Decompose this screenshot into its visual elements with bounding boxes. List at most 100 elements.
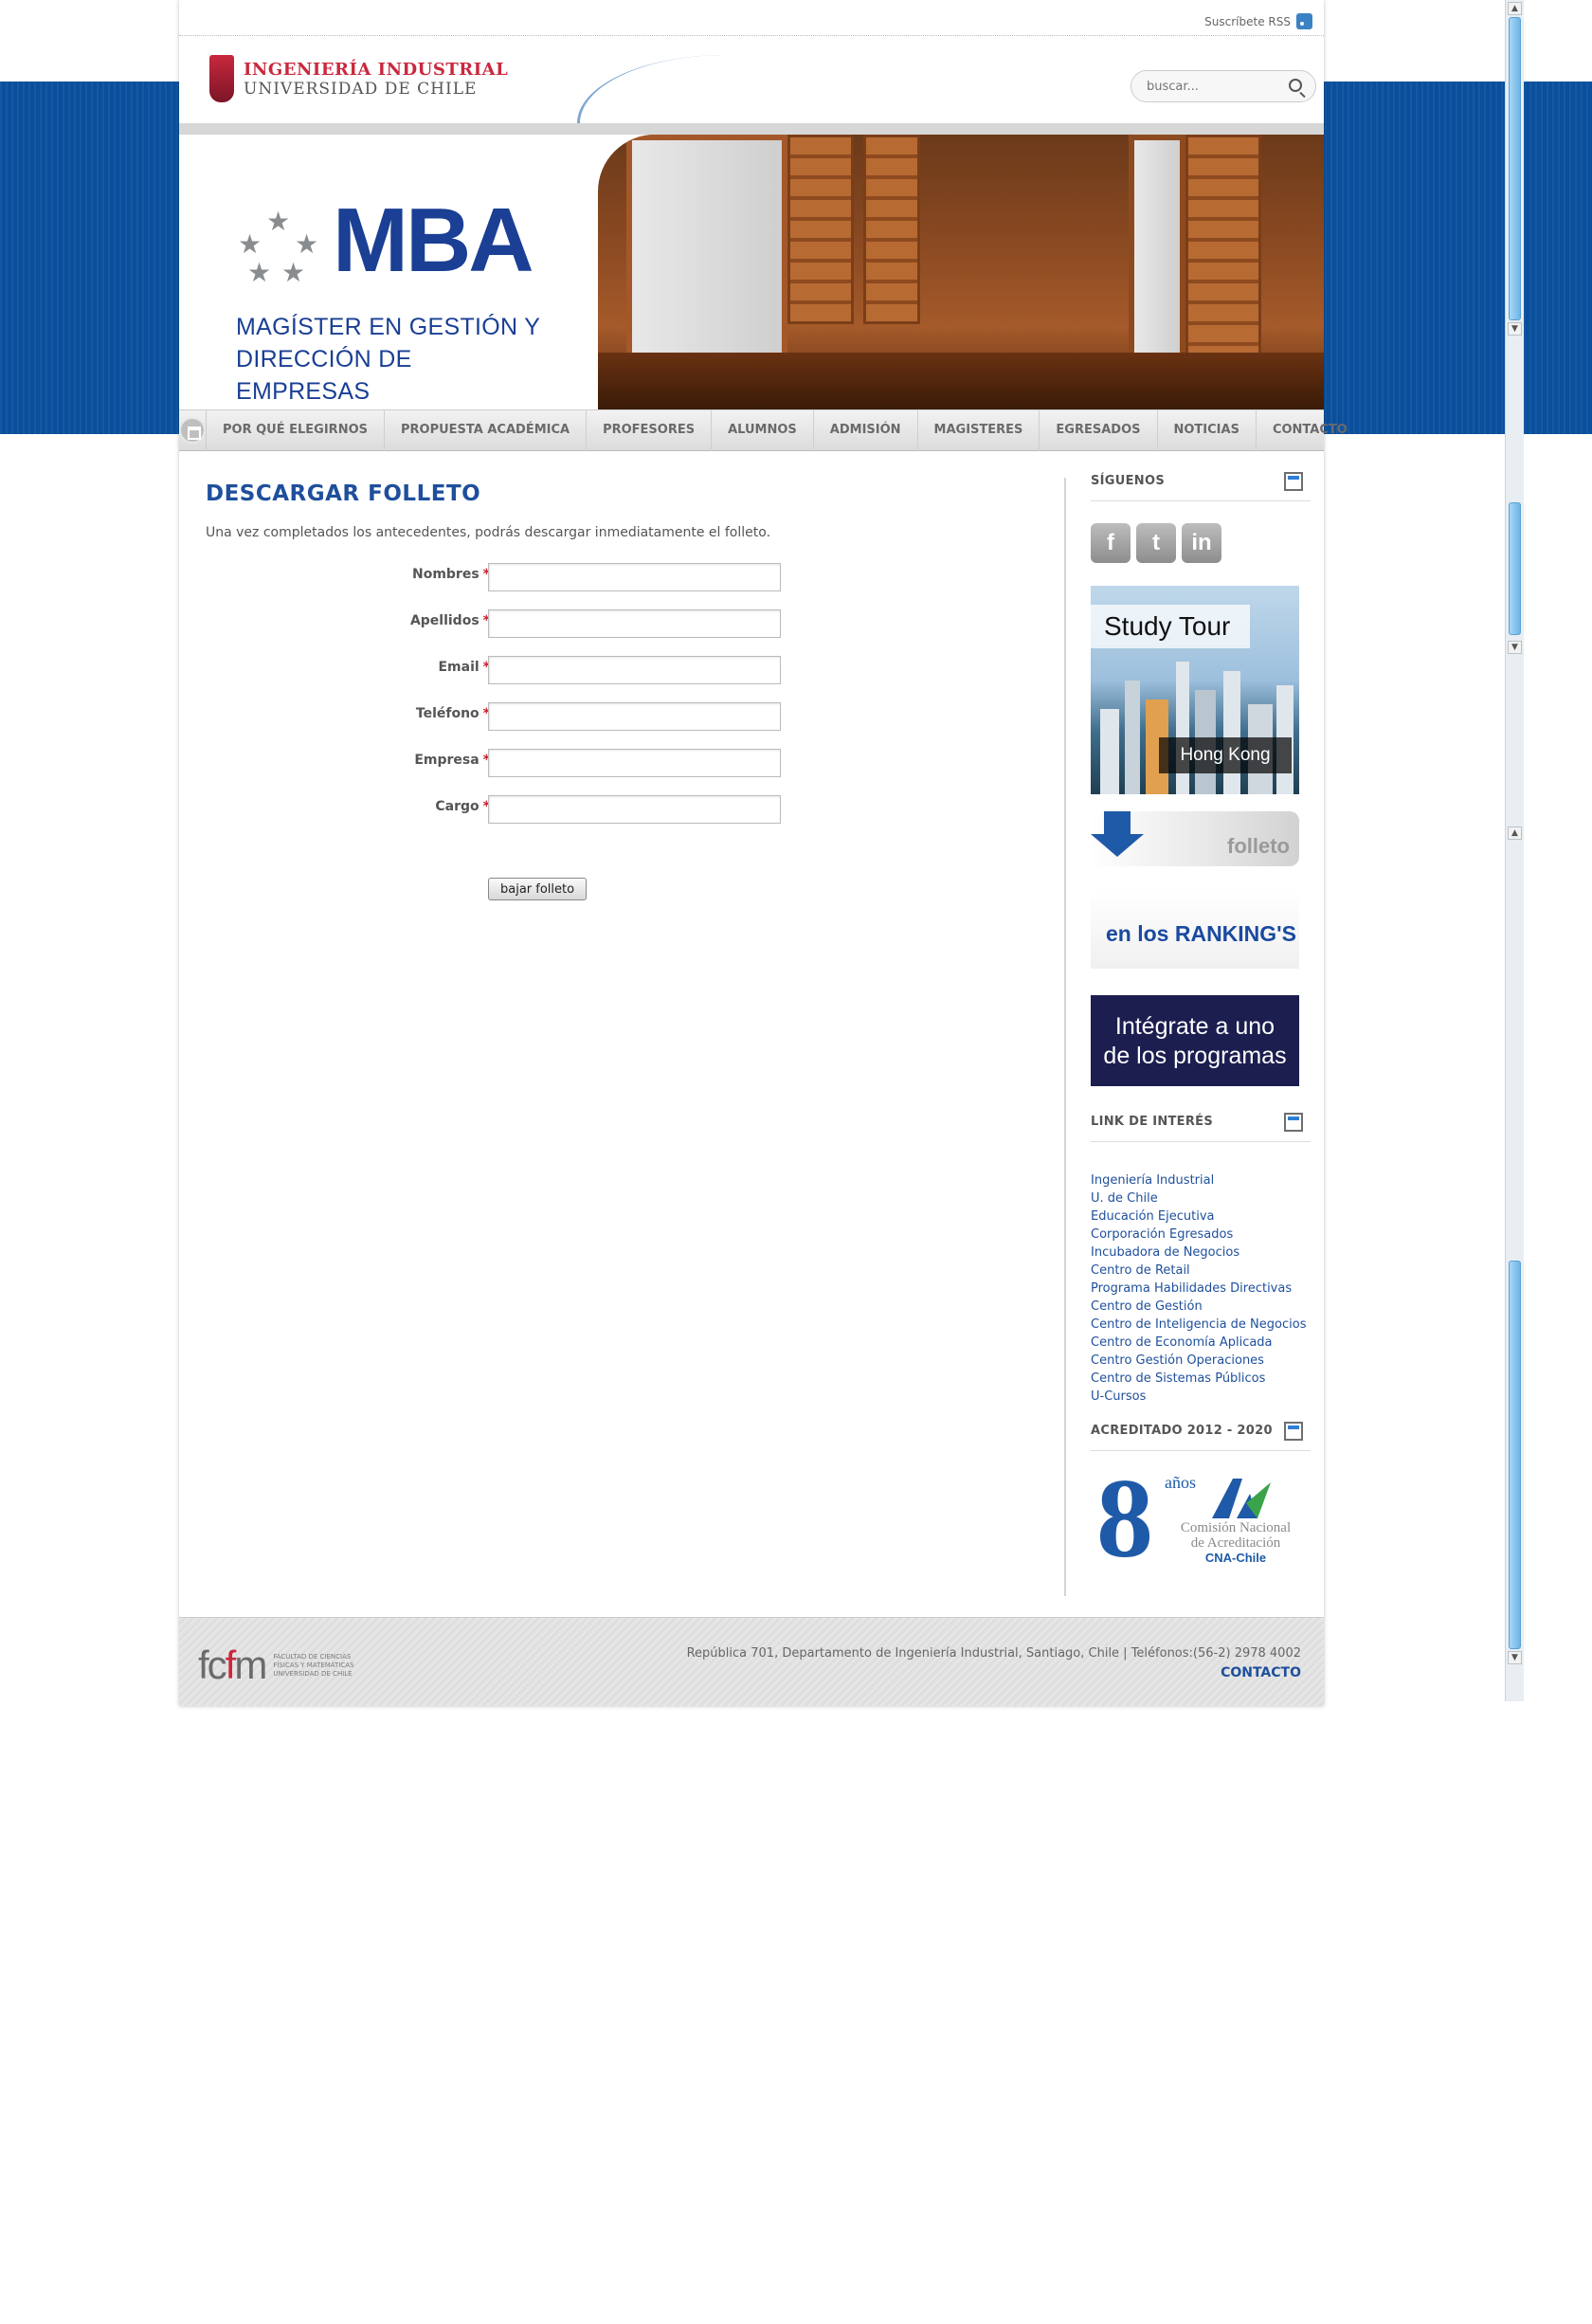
- cargo-field[interactable]: [488, 795, 781, 824]
- scroll-thumb[interactable]: [1509, 17, 1521, 320]
- field-label: Teléfono *: [415, 706, 490, 721]
- link-habilidades-directivas[interactable]: Programa Habilidades Directivas: [1091, 1280, 1311, 1298]
- nav-item-egresados[interactable]: EGRESADOS: [1040, 409, 1158, 451]
- scroll-down-icon[interactable]: ▼: [1508, 1651, 1522, 1664]
- feed-icon: [1284, 1422, 1303, 1441]
- nav-item-contacto[interactable]: CONTACTO: [1257, 409, 1364, 451]
- accreditation-org: Comisión Nacional de Acreditación: [1180, 1520, 1292, 1551]
- scroll-up-icon[interactable]: ▲: [1508, 2, 1522, 15]
- empresa-field[interactable]: [488, 749, 781, 777]
- link-u-cursos[interactable]: U-Cursos: [1091, 1388, 1311, 1406]
- scrollbar[interactable]: ▲ ▼ ▼ ▲ ▼: [1505, 0, 1524, 1701]
- field-label: Nombres *: [411, 567, 490, 582]
- university-logo[interactable]: INGENIERÍA INDUSTRIAL UNIVERSIDAD DE CHI…: [209, 55, 508, 102]
- download-brochure-button[interactable]: bajar folleto: [488, 878, 588, 900]
- accreditation-years-label: años: [1165, 1473, 1196, 1492]
- stars-icon: ★ ★ ★ ★ ★: [238, 206, 319, 288]
- accreditation-heading: ACREDITADO 2012 - 2020: [1091, 1424, 1273, 1438]
- link-u-de-chile[interactable]: U. de Chile: [1091, 1189, 1311, 1207]
- link-ingenieria-industrial[interactable]: Ingeniería Industrial: [1091, 1171, 1311, 1189]
- scroll-up-icon[interactable]: ▲: [1508, 826, 1522, 840]
- hero-photo: [598, 135, 1324, 409]
- telefono-field[interactable]: [488, 702, 781, 731]
- brochure-banner[interactable]: folleto: [1091, 811, 1299, 866]
- logo-line-1: INGENIERÍA INDUSTRIAL: [244, 59, 509, 80]
- link-centro-inteligencia-negocios[interactable]: Centro de Inteligencia de Negocios: [1091, 1316, 1311, 1334]
- feed-icon: [1284, 472, 1303, 491]
- search-icon[interactable]: [1289, 79, 1302, 92]
- scroll-thumb[interactable]: [1509, 1261, 1521, 1649]
- rankings-banner-label: en los RANKING'S: [1106, 921, 1296, 946]
- intro-text: Una vez completados los antecedentes, po…: [206, 525, 771, 540]
- accreditation-years: 8: [1096, 1455, 1153, 1581]
- nav-item-alumnos[interactable]: ALUMNOS: [712, 409, 814, 451]
- fcfm-logo[interactable]: fcfm FACULTAD DE CIENCIAS FÍSICAS Y MATE…: [198, 1643, 358, 1688]
- header-divider: [179, 123, 1324, 135]
- page-container: Suscríbete RSS INGENIERÍA INDUSTRIAL UNI…: [179, 0, 1348, 1706]
- apellidos-field[interactable]: [488, 609, 781, 638]
- link-educacion-ejecutiva[interactable]: Educación Ejecutiva: [1091, 1207, 1311, 1226]
- accreditation-short: CNA-Chile: [1204, 1551, 1267, 1565]
- nav-item-profesores[interactable]: PROFESORES: [587, 409, 713, 451]
- study-tour-banner[interactable]: Study Tour Hong Kong: [1091, 586, 1299, 794]
- brochure-banner-label: folleto: [1227, 834, 1290, 858]
- mba-wordmark: MBA: [333, 190, 534, 291]
- link-centro-gestion[interactable]: Centro de Gestión: [1091, 1298, 1311, 1316]
- field-label: Cargo *: [435, 799, 490, 814]
- facebook-icon[interactable]: f: [1091, 523, 1131, 563]
- main-area: DESCARGAR FOLLETO Una vez completados lo…: [179, 451, 1324, 1617]
- nav-item-por-que-elegirnos[interactable]: POR QUÉ ELEGIRNOS: [207, 409, 385, 451]
- fcfm-mark-left: fc: [198, 1643, 227, 1687]
- email-field[interactable]: [488, 656, 781, 684]
- nombres-field[interactable]: [488, 563, 781, 591]
- field-label: Apellidos *: [409, 613, 490, 628]
- mba-logo[interactable]: ★ ★ ★ ★ ★ MBA MAGÍSTER EN GESTIÓN Y DIRE…: [221, 188, 549, 406]
- rss-link[interactable]: Suscríbete RSS: [1204, 13, 1312, 29]
- scroll-down-icon[interactable]: ▼: [1508, 322, 1522, 336]
- footer-contact-link[interactable]: CONTACTO: [1221, 1665, 1301, 1680]
- link-centro-economia-aplicada[interactable]: Centro de Economía Aplicada: [1091, 1334, 1311, 1352]
- hero-banner: ★ ★ ★ ★ ★ MBA MAGÍSTER EN GESTIÓN Y DIRE…: [179, 135, 1324, 409]
- nav-item-admision[interactable]: ADMISIÓN: [814, 409, 918, 451]
- main-navigation: POR QUÉ ELEGIRNOS PROPUESTA ACADÉMICA PR…: [179, 409, 1348, 451]
- links-list: Ingeniería Industrial U. de Chile Educac…: [1091, 1171, 1311, 1406]
- link-incubadora-negocios[interactable]: Incubadora de Negocios: [1091, 1244, 1311, 1262]
- link-corporacion-egresados[interactable]: Corporación Egresados: [1091, 1226, 1311, 1244]
- form-row-email: Email *: [386, 650, 803, 697]
- logo-line-2: UNIVERSIDAD DE CHILE: [244, 79, 478, 99]
- rss-label: Suscríbete RSS: [1204, 14, 1291, 28]
- study-tour-city: Hong Kong: [1159, 737, 1292, 773]
- link-centro-gestion-operaciones[interactable]: Centro Gestión Operaciones: [1091, 1352, 1311, 1370]
- nav-item-magisteres[interactable]: MAGISTERES: [918, 409, 1040, 451]
- link-centro-retail[interactable]: Centro de Retail: [1091, 1262, 1311, 1280]
- mba-subtitle: MAGÍSTER EN GESTIÓN Y DIRECCIÓN DE EMPRE…: [236, 311, 549, 408]
- scroll-thumb[interactable]: [1509, 502, 1521, 635]
- search-input[interactable]: [1147, 77, 1279, 96]
- nav-item-noticias[interactable]: NOTICIAS: [1158, 409, 1257, 451]
- integrate-banner[interactable]: Intégrate a uno de los programas: [1091, 995, 1299, 1086]
- nav-item-propuesta-academica[interactable]: PROPUESTA ACADÉMICA: [385, 409, 588, 451]
- accreditation-badge[interactable]: 8 años Comisión Nacional de Acreditación…: [1091, 1462, 1299, 1587]
- download-arrow-icon: [1091, 811, 1144, 857]
- linkedin-icon[interactable]: in: [1182, 523, 1221, 563]
- rss-icon: [1296, 13, 1312, 29]
- twitter-icon[interactable]: t: [1136, 523, 1176, 563]
- links-heading: LINK DE INTERÉS: [1091, 1115, 1214, 1129]
- scroll-down-icon[interactable]: ▼: [1508, 641, 1522, 654]
- footer-address: República 701, Departamento de Ingenierí…: [686, 1646, 1301, 1661]
- nav-home[interactable]: [179, 409, 207, 451]
- social-links: f t in: [1091, 523, 1221, 563]
- cna-logo-icon: [1212, 1479, 1271, 1518]
- link-centro-sistemas-publicos[interactable]: Centro de Sistemas Públicos: [1091, 1370, 1311, 1388]
- site-header: INGENIERÍA INDUSTRIAL UNIVERSIDAD DE CHI…: [179, 36, 1324, 169]
- form-row-apellidos: Apellidos *: [386, 604, 803, 650]
- fcfm-mark-red: f: [225, 1643, 237, 1687]
- column-divider: [1064, 478, 1066, 1596]
- rankings-banner[interactable]: en los RANKING'S: [1091, 889, 1299, 969]
- brochure-form: Nombres * Apellidos * Email * Teléfono * Emp…: [386, 557, 803, 900]
- form-row-nombres: Nombres *: [386, 557, 803, 604]
- top-bar: Suscríbete RSS: [179, 0, 1324, 36]
- follow-heading-rule: [1091, 500, 1311, 501]
- crest-icon: [209, 55, 234, 102]
- field-label: Email *: [438, 660, 490, 675]
